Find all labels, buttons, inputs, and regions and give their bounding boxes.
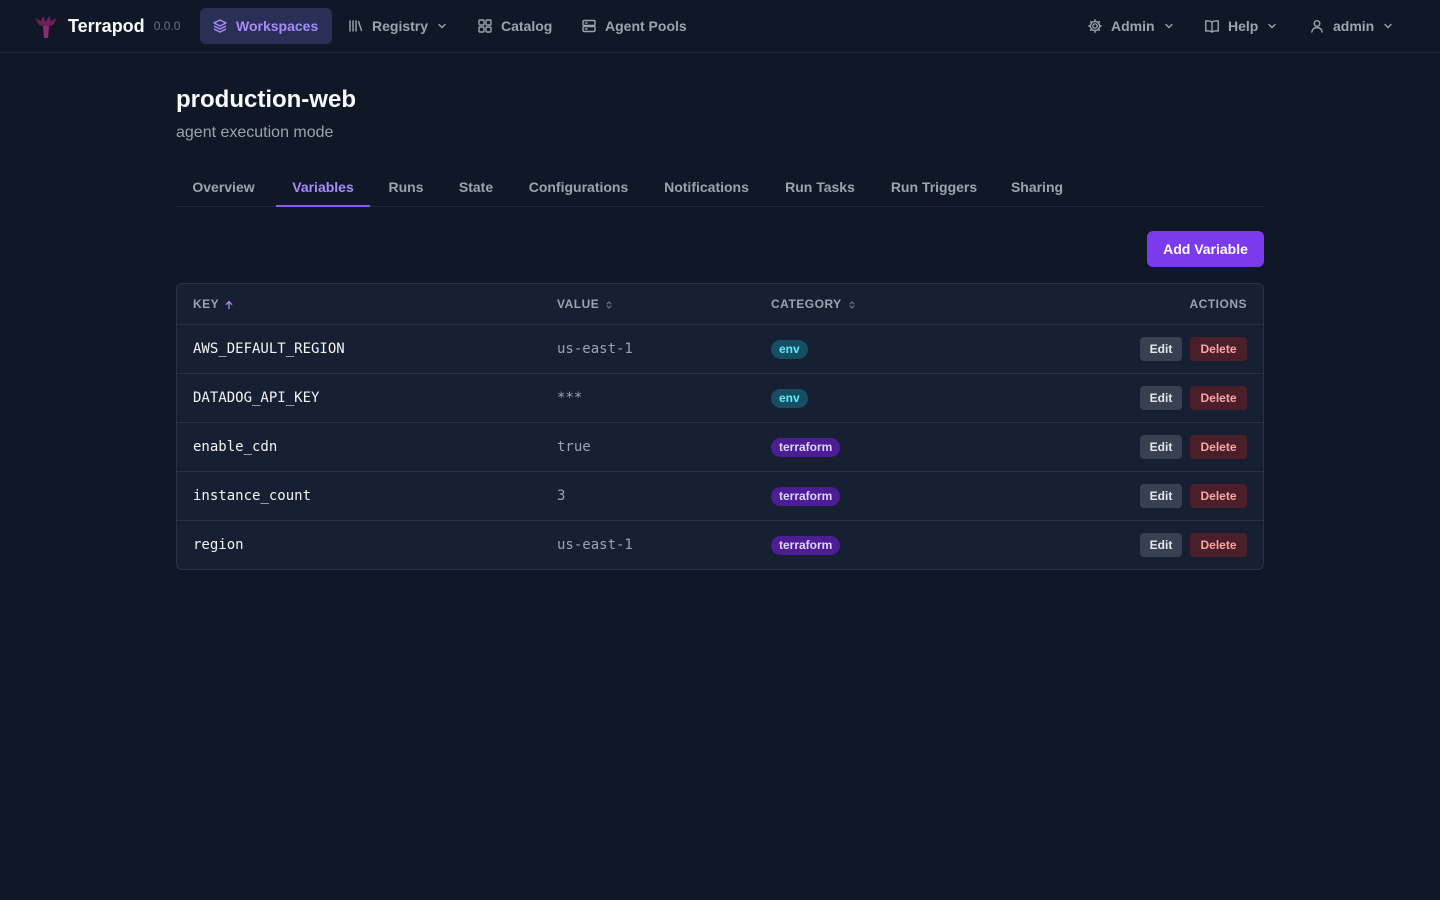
nav-workspaces-label: Workspaces: [236, 18, 319, 34]
variable-key: AWS_DEFAULT_REGION: [193, 341, 345, 357]
variable-value: true: [557, 439, 591, 455]
nav-catalog[interactable]: Catalog: [465, 8, 564, 44]
column-header-key[interactable]: KEY: [193, 284, 234, 325]
chevron-down-icon: [1163, 20, 1175, 32]
delete-button[interactable]: Delete: [1190, 337, 1247, 361]
page-subtitle: agent execution mode: [176, 124, 334, 141]
nav-catalog-label: Catalog: [501, 18, 553, 34]
delete-button[interactable]: Delete: [1190, 533, 1247, 557]
column-header-value[interactable]: VALUE: [557, 284, 614, 325]
category-badge: terraform: [771, 487, 841, 506]
server-icon: [581, 18, 597, 34]
column-category-label: CATEGORY: [771, 297, 842, 311]
nav-user-label: admin: [1333, 18, 1375, 34]
edit-button[interactable]: Edit: [1140, 386, 1182, 410]
grid-icon: [477, 18, 493, 34]
variable-value: us-east-1: [557, 537, 633, 553]
chevron-down-icon: [436, 20, 448, 32]
terrapod-logo-icon: [32, 12, 60, 40]
edit-button[interactable]: Edit: [1140, 484, 1182, 508]
table-row: instance_count 3 terraform Edit Delete: [177, 472, 1263, 521]
table-row: DATADOG_API_KEY *** env Edit Delete: [177, 374, 1263, 423]
variable-value: us-east-1: [557, 341, 633, 357]
variable-key: instance_count: [193, 488, 312, 504]
sort-ascending-icon: [224, 300, 234, 310]
tab-state[interactable]: State: [442, 168, 510, 207]
app-version: 0.0.0: [153, 19, 181, 33]
category-badge: env: [771, 389, 808, 408]
delete-button[interactable]: Delete: [1190, 386, 1247, 410]
delete-button[interactable]: Delete: [1190, 484, 1247, 508]
category-badge: env: [771, 340, 808, 359]
column-value-label: VALUE: [557, 297, 600, 311]
column-actions-label: ACTIONS: [1189, 297, 1247, 311]
nav-user-menu[interactable]: admin: [1297, 8, 1406, 44]
variable-value: 3: [557, 488, 566, 504]
brand-name: Terrapod: [68, 15, 145, 36]
column-header-actions: ACTIONS: [1190, 284, 1248, 325]
tab-configurations[interactable]: Configurations: [516, 168, 641, 207]
table-row: enable_cdn true terraform Edit Delete: [177, 423, 1263, 472]
tab-variables[interactable]: Variables: [276, 168, 370, 207]
variable-value: ***: [557, 390, 583, 406]
page-title: production-web: [176, 86, 356, 113]
nav-workspaces[interactable]: Workspaces: [200, 8, 332, 44]
table-header: KEY VALUE CATEGORY ACTIONS: [177, 284, 1263, 325]
table-row: AWS_DEFAULT_REGION us-east-1 env Edit De…: [177, 325, 1263, 374]
workspace-tabs: Overview Variables Runs State Configurat…: [176, 168, 1264, 207]
user-icon: [1309, 18, 1325, 34]
tab-run-tasks[interactable]: Run Tasks: [772, 168, 868, 207]
sort-toggle-icon: [604, 300, 614, 310]
nav-admin[interactable]: Admin: [1075, 8, 1187, 44]
tab-sharing[interactable]: Sharing: [999, 168, 1075, 207]
add-variable-button[interactable]: Add Variable: [1147, 231, 1264, 267]
sort-toggle-icon: [847, 300, 857, 310]
edit-button[interactable]: Edit: [1140, 337, 1182, 361]
edit-button[interactable]: Edit: [1140, 533, 1182, 557]
table-row: region us-east-1 terraform Edit Delete: [177, 521, 1263, 569]
delete-button[interactable]: Delete: [1190, 435, 1247, 459]
layers-icon: [212, 18, 228, 34]
nav-registry[interactable]: Registry: [336, 8, 460, 44]
nav-help-label: Help: [1228, 18, 1259, 34]
column-header-category[interactable]: CATEGORY: [771, 284, 857, 325]
category-badge: terraform: [771, 536, 841, 555]
nav-registry-label: Registry: [372, 18, 429, 34]
gear-icon: [1087, 18, 1103, 34]
category-badge: terraform: [771, 438, 841, 457]
tab-runs[interactable]: Runs: [376, 168, 436, 207]
nav-agent-pools[interactable]: Agent Pools: [569, 8, 699, 44]
chevron-down-icon: [1266, 20, 1278, 32]
nav-agent-pools-label: Agent Pools: [605, 18, 687, 34]
brand[interactable]: Terrapod 0.0.0: [32, 12, 180, 40]
tab-overview[interactable]: Overview: [176, 168, 271, 207]
chevron-down-icon: [1382, 20, 1394, 32]
variable-key: enable_cdn: [193, 439, 278, 455]
edit-button[interactable]: Edit: [1140, 435, 1182, 459]
library-icon: [348, 18, 364, 34]
variable-key: DATADOG_API_KEY: [193, 390, 320, 406]
book-icon: [1204, 18, 1220, 34]
variables-table: KEY VALUE CATEGORY ACTIONS AWS_DEFAULT_R…: [176, 283, 1264, 570]
top-navbar: Terrapod 0.0.0 Workspaces Registry Catal…: [0, 0, 1440, 53]
nav-admin-label: Admin: [1111, 18, 1155, 34]
tab-notifications[interactable]: Notifications: [647, 168, 766, 207]
variable-key: region: [193, 537, 244, 553]
tab-run-triggers[interactable]: Run Triggers: [875, 168, 993, 207]
column-key-label: KEY: [193, 297, 220, 311]
nav-help[interactable]: Help: [1192, 8, 1290, 44]
